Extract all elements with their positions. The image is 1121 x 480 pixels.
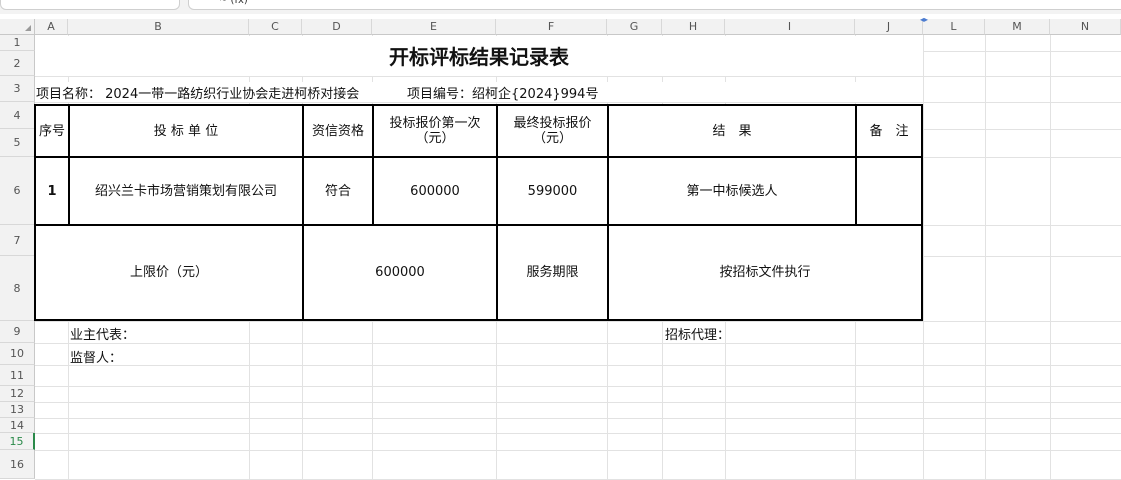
row-header-11[interactable]: 11 — [0, 365, 35, 386]
header-bidder: 投 标 单 位 — [68, 104, 304, 158]
row-header-5[interactable]: 5 — [0, 129, 35, 157]
column-header-j[interactable]: J — [855, 19, 923, 35]
grid-line — [35, 386, 1121, 387]
column-header-n[interactable]: N — [1050, 19, 1121, 35]
row-header-8[interactable]: 8 — [0, 256, 35, 321]
row-header-16[interactable]: 16 — [0, 450, 35, 479]
column-header-l[interactable]: L — [923, 19, 985, 35]
column-header-i[interactable]: I — [725, 19, 855, 35]
column-header-b[interactable]: B — [68, 19, 249, 35]
project-info-row: 项目名称： 2024一带一路纺织行业协会走进柯桥对接会 项目编号：绍柯企{202… — [36, 82, 916, 102]
grid-line — [35, 365, 1121, 366]
row-header-6[interactable]: 6 — [0, 157, 35, 225]
expand-icon[interactable]: ◂▸ — [920, 15, 928, 24]
grid-line — [35, 102, 1121, 103]
column-header-m[interactable]: M — [985, 19, 1050, 35]
row1-result: 第一中标候选人 — [607, 156, 857, 226]
supervisor: 监督人： — [70, 351, 123, 366]
grid-line — [35, 321, 1121, 322]
row-header-2[interactable]: 2 — [0, 51, 35, 76]
column-header-e[interactable]: E — [372, 19, 496, 35]
row-header-1[interactable]: 1 — [0, 35, 35, 51]
project-number: 项目编号：绍柯企{2024}994号 — [407, 87, 599, 102]
service-period-label: 服务期限 — [496, 224, 609, 321]
column-header-d[interactable]: D — [302, 19, 372, 35]
header-final-quote: 最终投标报价（元） — [496, 104, 609, 158]
name-box[interactable] — [0, 0, 180, 10]
row-header-10[interactable]: 10 — [0, 343, 35, 365]
row1-seq: 1 — [34, 156, 70, 226]
formula-bar[interactable]: ~ (fx) — [188, 0, 1121, 10]
grid-line — [35, 450, 1121, 451]
row-header-14[interactable]: 14 — [0, 418, 35, 433]
row-header-15[interactable]: 15 — [0, 433, 35, 450]
header-result: 结 果 — [607, 104, 857, 158]
row-header-4[interactable]: 4 — [0, 102, 35, 129]
select-all-corner[interactable] — [0, 19, 35, 35]
column-header-h[interactable]: H — [662, 19, 725, 35]
header-first-quote: 投标报价第一次（元） — [372, 104, 498, 158]
grid-line — [35, 402, 1121, 403]
bidding-agent: 招标代理： — [665, 328, 731, 343]
row-header-3[interactable]: 3 — [0, 76, 35, 102]
header-seq: 序号 — [34, 104, 70, 158]
project-name: 项目名称： 2024一带一路纺织行业协会走进柯桥对接会 — [36, 87, 360, 102]
column-header-f[interactable]: F — [496, 19, 607, 35]
row1-final-quote: 599000 — [496, 156, 609, 226]
row-header-12[interactable]: 12 — [0, 386, 35, 402]
sheet-title: 开标评标结果记录表 — [35, 36, 923, 76]
toolbar-strip: ~ (fx) — [0, 0, 1121, 14]
header-remark: 备 注 — [855, 104, 923, 158]
row1-remark — [855, 156, 923, 226]
grid-line — [35, 76, 1121, 77]
column-header-a[interactable]: A — [35, 19, 68, 35]
grid-line — [35, 418, 1121, 419]
row1-qualification: 符合 — [302, 156, 374, 226]
column-header-g[interactable]: G — [607, 19, 662, 35]
row-header-7[interactable]: 7 — [0, 225, 35, 256]
limit-price-label: 上限价（元） — [34, 224, 304, 321]
row-header-9[interactable]: 9 — [0, 321, 35, 343]
column-header-c[interactable]: C — [249, 19, 302, 35]
row1-bidder: 绍兴兰卡市场营销策划有限公司 — [68, 156, 304, 226]
row1-first-quote: 600000 — [372, 156, 498, 226]
limit-price-value: 600000 — [302, 224, 498, 321]
service-period-value: 按招标文件执行 — [607, 224, 923, 321]
row-header-13[interactable]: 13 — [0, 402, 35, 418]
header-qualification: 资信资格 — [302, 104, 374, 158]
grid-line — [35, 343, 1121, 344]
owner-representative: 业主代表： — [70, 328, 136, 343]
grid-line — [35, 433, 1121, 434]
